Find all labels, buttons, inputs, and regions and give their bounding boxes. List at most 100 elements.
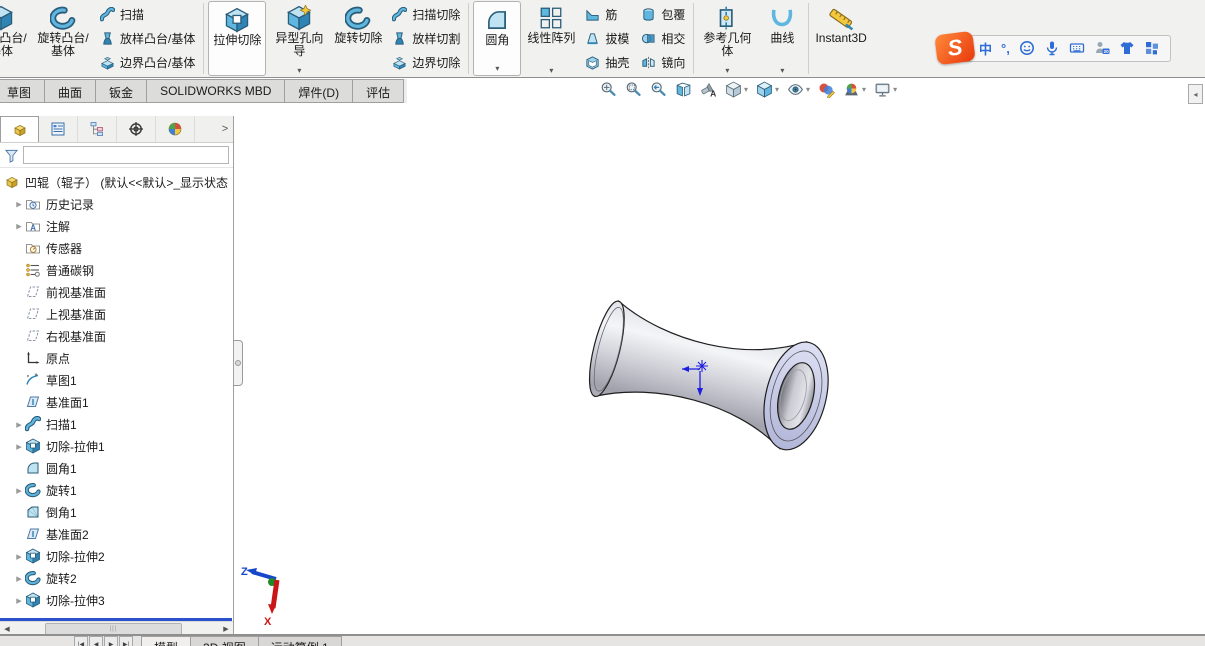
apply-scene-button[interactable]: ▾ bbox=[843, 81, 866, 98]
emoji-button[interactable] bbox=[1019, 40, 1035, 56]
tree-item-plane2[interactable]: 基准面2 bbox=[0, 523, 233, 545]
scroll-right-arrow[interactable]: ▶ bbox=[219, 625, 233, 633]
dropdown-arrow-icon[interactable]: ▾ bbox=[549, 66, 553, 76]
mirror-button[interactable]: 镜向 bbox=[641, 52, 685, 72]
punctuation-button[interactable]: °, bbox=[1001, 41, 1010, 56]
tab-configurationmanager[interactable] bbox=[78, 116, 117, 142]
keyboard-button[interactable] bbox=[1069, 40, 1085, 56]
draft-button[interactable]: 拔模 bbox=[585, 28, 629, 48]
loft-button[interactable]: 放样凸台/基体 bbox=[100, 28, 195, 48]
motion-nav-next-button[interactable]: ▶ bbox=[104, 636, 118, 646]
tab-sheet-metal[interactable]: 钣金 bbox=[95, 79, 148, 103]
tree-item-top-plane[interactable]: 上视基准面 bbox=[0, 303, 233, 325]
dropdown-arrow-icon[interactable]: ▾ bbox=[806, 85, 810, 94]
tab-solidworks-mbd[interactable]: SOLIDWORKS MBD bbox=[146, 79, 286, 103]
display-style-button[interactable]: ▾ bbox=[756, 81, 779, 98]
expand-arrow-icon[interactable]: ▶ bbox=[14, 486, 25, 494]
skin-button[interactable] bbox=[1119, 40, 1135, 56]
wrap-button[interactable]: 包覆 bbox=[641, 5, 685, 25]
hole-wizard-button[interactable]: 异型孔向导 ▾ bbox=[268, 0, 330, 77]
tree-item-front-plane[interactable]: 前视基准面 bbox=[0, 281, 233, 303]
tree-item-revolve2[interactable]: ▶ 旋转2 bbox=[0, 567, 233, 589]
tree-item-origin[interactable]: 原点 bbox=[0, 347, 233, 369]
extrude-cut-button[interactable]: 拉伸切除 bbox=[208, 1, 267, 76]
sweep-cut-button[interactable]: 扫描切除 bbox=[392, 5, 460, 25]
tree-item-fillet1[interactable]: 圆角1 bbox=[0, 457, 233, 479]
loft-cut-button[interactable]: 放样切割 bbox=[392, 28, 460, 48]
curves-button[interactable]: 曲线 ▾ bbox=[758, 0, 806, 77]
boundary-cut-button[interactable]: 边界切除 bbox=[392, 52, 460, 72]
tab-displaymanager[interactable] bbox=[156, 116, 195, 142]
toolbox-button[interactable] bbox=[1144, 40, 1160, 56]
tree-item-cut-extrude1[interactable]: ▶ 切除-拉伸1 bbox=[0, 435, 233, 457]
taskpane-collapse-button[interactable]: ◂ bbox=[1188, 84, 1203, 104]
tab-evaluate[interactable]: 评估 bbox=[352, 79, 405, 103]
revolve-cut-button[interactable]: 旋转切除 bbox=[330, 0, 386, 77]
panel-chevron-button[interactable]: > bbox=[217, 116, 233, 142]
extrude-boss-button[interactable]: 拉伸凸台/基体 bbox=[0, 0, 32, 77]
dropdown-arrow-icon[interactable]: ▾ bbox=[893, 85, 897, 94]
voice-button[interactable] bbox=[1044, 40, 1060, 56]
tab-weldments[interactable]: 焊件(D) bbox=[284, 79, 354, 103]
expand-arrow-icon[interactable]: ▶ bbox=[14, 574, 25, 582]
dropdown-arrow-icon[interactable]: ▾ bbox=[862, 85, 866, 94]
boundary-button[interactable]: 边界凸台/基体 bbox=[100, 52, 195, 72]
tree-item-right-plane[interactable]: 右视基准面 bbox=[0, 325, 233, 347]
tree-item-sketch1[interactable]: * 草图1 bbox=[0, 369, 233, 391]
dropdown-arrow-icon[interactable]: ▾ bbox=[297, 66, 301, 76]
tree-item-cut-extrude3[interactable]: ▶ 切除-拉伸3 bbox=[0, 589, 233, 611]
tab-sketch[interactable]: 草图 bbox=[0, 79, 46, 103]
panel-splitter-handle[interactable] bbox=[234, 340, 243, 386]
tree-item-chamfer1[interactable]: 倒角1 bbox=[0, 501, 233, 523]
filter-input[interactable] bbox=[23, 146, 229, 164]
expand-arrow-icon[interactable]: ▶ bbox=[14, 596, 25, 604]
skin-badge-button[interactable]: 20 bbox=[1094, 40, 1110, 56]
linear-pattern-button[interactable]: 线性阵列 ▾ bbox=[523, 0, 579, 77]
tab-propertymanager[interactable] bbox=[39, 116, 78, 142]
tab-motion-study1[interactable]: 运动算例 1 bbox=[257, 636, 342, 646]
fillet-button[interactable]: 圆角 ▾ bbox=[473, 1, 522, 76]
tree-item-plane1[interactable]: 基准面1 bbox=[0, 391, 233, 413]
sweep-button[interactable]: 扫描 bbox=[100, 5, 195, 25]
expand-arrow-icon[interactable]: ▶ bbox=[14, 420, 25, 428]
view-orientation-button[interactable]: ▾ bbox=[725, 81, 748, 98]
tree-item-annotations[interactable]: ▶ A 注解 bbox=[0, 215, 233, 237]
roller-model[interactable] bbox=[581, 292, 839, 456]
tree-item-material[interactable]: 普通碳钢 bbox=[0, 259, 233, 281]
expand-arrow-icon[interactable]: ▶ bbox=[14, 442, 25, 450]
dropdown-arrow-icon[interactable]: ▾ bbox=[775, 85, 779, 94]
tree-root-part[interactable]: 凹辊（辊子） (默认<<默认>_显示状态 bbox=[0, 171, 233, 193]
shell-button[interactable]: 抽壳 bbox=[585, 52, 629, 72]
revolve-boss-button[interactable]: 旋转凸台/基体 bbox=[32, 0, 94, 77]
edit-appearance-button[interactable] bbox=[818, 81, 835, 98]
tab-3d-views[interactable]: 3D 视图 bbox=[190, 636, 259, 646]
dropdown-arrow-icon[interactable]: ▾ bbox=[495, 64, 499, 74]
motion-nav-last-button[interactable]: ▶| bbox=[119, 636, 133, 646]
intersect-button[interactable]: 相交 bbox=[641, 28, 685, 48]
tab-surfaces[interactable]: 曲面 bbox=[44, 79, 97, 103]
zoom-area-button[interactable] bbox=[625, 81, 642, 98]
tab-dimxpertmanager[interactable] bbox=[117, 116, 156, 142]
dropdown-arrow-icon[interactable]: ▾ bbox=[744, 85, 748, 94]
hide-show-items-button[interactable]: ▾ bbox=[787, 81, 810, 98]
dropdown-arrow-icon[interactable]: ▾ bbox=[725, 66, 729, 76]
tree-item-revolve1[interactable]: ▶ 旋转1 bbox=[0, 479, 233, 501]
tab-model[interactable]: 模型 bbox=[141, 636, 192, 646]
ref-geometry-button[interactable]: 参考几何体 ▾ bbox=[696, 0, 758, 77]
zoom-fit-button[interactable] bbox=[600, 81, 617, 98]
motion-nav-first-button[interactable]: |◀ bbox=[74, 636, 88, 646]
annotation-view-button[interactable]: A bbox=[700, 81, 717, 98]
scroll-left-arrow[interactable]: ◀ bbox=[0, 625, 14, 633]
motion-nav-prev-button[interactable]: ◀ bbox=[89, 636, 103, 646]
chinese-mode-button[interactable]: 中 bbox=[979, 39, 992, 58]
expand-arrow-icon[interactable]: ▶ bbox=[14, 222, 25, 230]
dropdown-arrow-icon[interactable]: ▾ bbox=[780, 66, 784, 76]
tab-featuremanager[interactable] bbox=[0, 116, 39, 142]
tree-item-sensors[interactable]: 传感器 bbox=[0, 237, 233, 259]
previous-view-button[interactable] bbox=[650, 81, 667, 98]
view-settings-button[interactable]: ▾ bbox=[874, 81, 897, 98]
tree-item-sweep1[interactable]: ▶ 扫描1 bbox=[0, 413, 233, 435]
tree-item-cut-extrude2[interactable]: ▶ 切除-拉伸2 bbox=[0, 545, 233, 567]
expand-arrow-icon[interactable]: ▶ bbox=[14, 552, 25, 560]
scroll-thumb[interactable]: ||| bbox=[44, 622, 183, 635]
